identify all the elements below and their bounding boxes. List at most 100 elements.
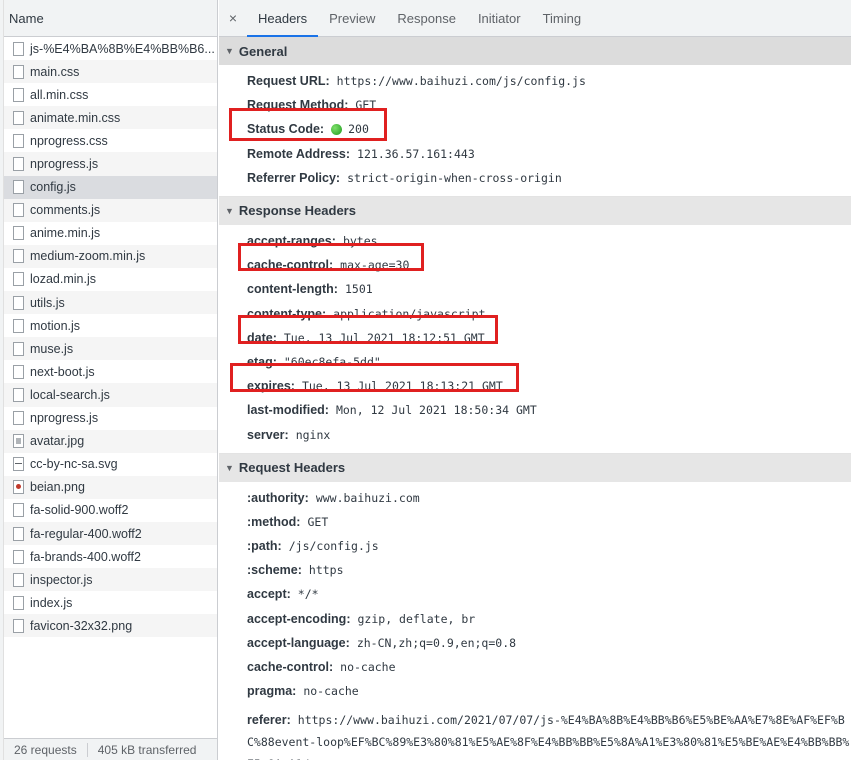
header-key: cache-control: bbox=[247, 258, 334, 273]
request-list-item[interactable]: fa-brands-400.woff2 bbox=[4, 545, 217, 568]
header-key: content-length: bbox=[247, 282, 338, 297]
png-icon bbox=[13, 480, 24, 495]
request-list-item[interactable]: nprogress.js bbox=[4, 152, 217, 176]
header-value: nginx bbox=[295, 427, 331, 442]
tab-initiator[interactable]: Initiator bbox=[467, 0, 532, 36]
request-list-item[interactable]: beian.png bbox=[4, 475, 217, 499]
request-name: lozad.min.js bbox=[30, 272, 96, 287]
header-row: server: nginx bbox=[219, 422, 851, 446]
file-icon bbox=[13, 203, 24, 218]
header-row: last-modified: Mon, 12 Jul 2021 18:50:34 … bbox=[219, 398, 851, 422]
section-title: General bbox=[238, 43, 288, 59]
header-key: pragma: bbox=[247, 684, 297, 699]
request-list-item[interactable]: motion.js bbox=[4, 314, 217, 337]
triangle-down-icon: ▼ bbox=[225, 205, 234, 216]
request-list: js-%E4%BA%8B%E4%BB%B6... main.css all.min.… bbox=[4, 37, 217, 638]
header-row: Status Code: 200 bbox=[219, 117, 851, 141]
tab-headers[interactable]: Headers bbox=[247, 0, 319, 37]
details-tab-bar: × Headers Preview Response Initiator Tim… bbox=[219, 0, 851, 37]
request-list-item[interactable]: anime.min.js bbox=[4, 222, 217, 245]
header-row: cache-control: no-cache bbox=[219, 655, 851, 679]
request-list-item[interactable]: next-boot.js bbox=[4, 360, 217, 383]
header-key: :method: bbox=[247, 514, 301, 529]
header-key: date: bbox=[247, 330, 277, 345]
response-headers-section-header[interactable]: ▼ Response Headers bbox=[219, 196, 851, 225]
header-row: cache-control: max-age=30 bbox=[219, 253, 851, 277]
file-icon bbox=[13, 64, 24, 79]
request-list-item[interactable]: inspector.js bbox=[4, 568, 217, 592]
header-value: no-cache bbox=[340, 660, 396, 675]
header-row: etag: "60ec8efa-5dd" bbox=[219, 350, 851, 374]
header-row: Remote Address: 121.36.57.161:443 bbox=[219, 142, 851, 166]
request-name: muse.js bbox=[30, 341, 74, 356]
request-headers-section: ▼ Request Headers :authority: www.baihuzi… bbox=[219, 452, 851, 760]
request-list-item[interactable]: nprogress.css bbox=[4, 129, 217, 152]
request-list-item[interactable]: animate.min.css bbox=[4, 106, 217, 130]
request-list-item[interactable]: local-search.js bbox=[4, 383, 217, 407]
request-list-item[interactable]: all.min.css bbox=[4, 83, 217, 106]
header-key: server: bbox=[247, 427, 289, 442]
request-list-item[interactable]: muse.js bbox=[4, 337, 217, 361]
header-value: 121.36.57.161:443 bbox=[357, 146, 475, 161]
section-title: Response Headers bbox=[238, 203, 356, 219]
file-icon bbox=[13, 318, 24, 333]
header-key: expires: bbox=[247, 379, 295, 394]
header-value: www.baihuzi.com bbox=[315, 490, 420, 505]
request-list-item[interactable]: fa-solid-900.woff2 bbox=[4, 499, 217, 522]
header-value: no-cache bbox=[303, 684, 359, 699]
header-row: accept: */* bbox=[219, 582, 851, 606]
request-name: comments.js bbox=[30, 203, 101, 218]
request-name: cc-by-nc-sa.svg bbox=[30, 457, 118, 472]
tab-preview[interactable]: Preview bbox=[318, 0, 386, 36]
request-header-rows: :authority: www.baihuzi.com:method: GET:pa… bbox=[219, 482, 851, 710]
referer-row: referer: https://www.baihuzi.com/2021/07/… bbox=[219, 709, 851, 760]
request-list-item[interactable]: favicon-32x32.png bbox=[4, 614, 217, 638]
file-icon bbox=[13, 387, 24, 402]
header-value: Tue, 13 Jul 2021 18:13:21 GMT bbox=[301, 379, 503, 394]
file-icon bbox=[13, 272, 24, 287]
header-value: GET bbox=[307, 514, 329, 529]
image-icon bbox=[13, 434, 24, 449]
request-list-item[interactable]: avatar.jpg bbox=[4, 429, 217, 453]
tab-response[interactable]: Response bbox=[386, 0, 467, 36]
request-name: inspector.js bbox=[30, 572, 93, 587]
request-list-item[interactable]: cc-by-nc-sa.svg bbox=[4, 453, 217, 476]
request-list-item[interactable]: js-%E4%BA%8B%E4%BB%B6... bbox=[4, 37, 217, 60]
header-row: pragma: no-cache bbox=[219, 679, 851, 703]
file-icon bbox=[13, 87, 24, 102]
file-icon bbox=[13, 411, 24, 426]
response-headers-section: ▼ Response Headers accept-ranges: bytes ca… bbox=[219, 195, 851, 453]
file-icon bbox=[13, 41, 24, 56]
header-row: Referrer Policy: strict-origin-when-cross… bbox=[219, 166, 851, 190]
header-key: content-type: bbox=[247, 306, 327, 321]
request-name: fa-solid-900.woff2 bbox=[30, 503, 129, 518]
request-list-item[interactable]: comments.js bbox=[4, 198, 217, 222]
request-list-item[interactable]: lozad.min.js bbox=[4, 268, 217, 291]
request-list-item[interactable]: main.css bbox=[4, 60, 217, 84]
file-icon bbox=[13, 526, 24, 541]
file-icon bbox=[13, 180, 24, 195]
header-value: bytes bbox=[342, 234, 378, 249]
header-key: referer: bbox=[247, 713, 291, 728]
header-key: :authority: bbox=[247, 490, 309, 505]
request-name: next-boot.js bbox=[30, 364, 95, 379]
header-row: Request Method: GET bbox=[219, 93, 851, 117]
request-list-item[interactable]: fa-regular-400.woff2 bbox=[4, 521, 217, 546]
request-list-item[interactable]: utils.js bbox=[4, 291, 217, 315]
name-column-header[interactable]: Name bbox=[4, 0, 217, 37]
header-value: Mon, 12 Jul 2021 18:50:34 GMT bbox=[335, 403, 537, 418]
request-count: 26 requests bbox=[14, 742, 77, 757]
request-headers-section-header[interactable]: ▼ Request Headers bbox=[219, 453, 851, 482]
tab-timing[interactable]: Timing bbox=[532, 0, 593, 36]
general-section-header[interactable]: ▼ General bbox=[219, 37, 851, 65]
header-key: accept-ranges: bbox=[247, 234, 336, 249]
section-title: Request Headers bbox=[238, 460, 346, 476]
request-list-item[interactable]: config.js bbox=[4, 175, 217, 199]
request-list-item[interactable]: medium-zoom.min.js bbox=[4, 244, 217, 268]
header-key: Remote Address: bbox=[247, 146, 351, 161]
request-list-item[interactable]: nprogress.js bbox=[4, 407, 217, 430]
close-icon[interactable]: × bbox=[219, 0, 247, 36]
file-icon bbox=[13, 110, 24, 125]
request-list-item[interactable]: index.js bbox=[4, 591, 217, 614]
request-name: js-%E4%BA%8B%E4%BB%B6... bbox=[30, 41, 215, 56]
